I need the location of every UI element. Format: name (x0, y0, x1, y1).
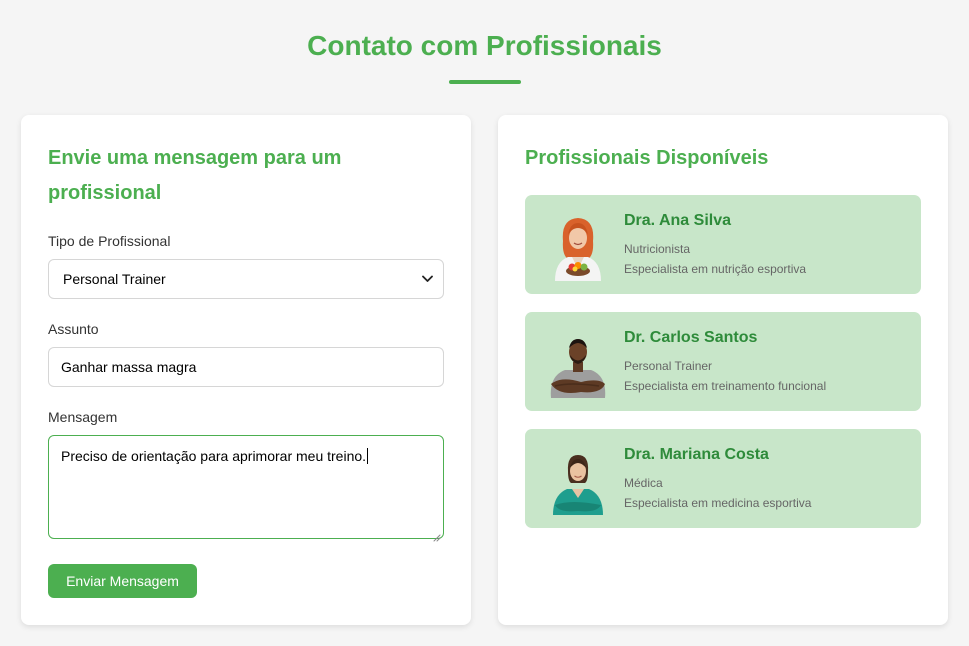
send-message-button[interactable]: Enviar Mensagem (48, 564, 197, 598)
professional-name: Dra. Mariana Costa (624, 446, 769, 463)
avatar-icon (541, 207, 615, 281)
professional-card-carlos-santos[interactable]: Dr. Carlos Santos Personal Trainer Espec… (525, 312, 921, 411)
subject-input-value: Ganhar massa magra (61, 359, 197, 375)
professionals-card: Profissionais Disponíveis Dra. Ana Silva… (498, 115, 948, 625)
resize-handle-icon[interactable] (432, 527, 441, 542)
professionals-heading: Profissionais Disponíveis (525, 147, 769, 169)
professional-role: Personal Trainer (624, 359, 713, 373)
form-heading: Envie uma mensagem para um profissional (48, 147, 342, 204)
message-label: Mensagem (48, 409, 118, 425)
avatar-icon (541, 441, 615, 515)
professional-type-selected-value: Personal Trainer (63, 271, 166, 287)
text-caret (367, 448, 369, 464)
professional-specialty: Especialista em nutrição esportiva (624, 262, 807, 276)
professional-card-mariana-costa[interactable]: Dra. Mariana Costa Médica Especialista e… (525, 429, 921, 528)
professional-name: Dra. Ana Silva (624, 212, 732, 229)
professional-type-label: Tipo de Profissional (48, 233, 171, 249)
avatar-icon (541, 324, 615, 398)
page-title: Contato com Profissionais (307, 30, 662, 61)
contact-form-card: Envie uma mensagem para um profissional … (21, 115, 471, 625)
professional-specialty: Especialista em medicina esportiva (624, 496, 812, 510)
professional-type-select[interactable]: Personal Trainer (48, 259, 444, 299)
subject-input[interactable]: Ganhar massa magra (48, 347, 444, 387)
subject-label: Assunto (48, 321, 99, 337)
professional-role: Nutricionista (624, 242, 691, 256)
professional-role: Médica (624, 476, 663, 490)
professional-card-ana-silva[interactable]: Dra. Ana Silva Nutricionista Especialist… (525, 195, 921, 294)
professional-name: Dr. Carlos Santos (624, 329, 758, 346)
professional-specialty: Especialista em treinamento funcional (624, 379, 827, 393)
title-underline (449, 80, 521, 84)
message-textarea-value: Preciso de orientação para aprimorar meu… (61, 448, 367, 464)
message-textarea[interactable]: Preciso de orientação para aprimorar meu… (48, 435, 444, 542)
chevron-down-icon (421, 273, 433, 285)
